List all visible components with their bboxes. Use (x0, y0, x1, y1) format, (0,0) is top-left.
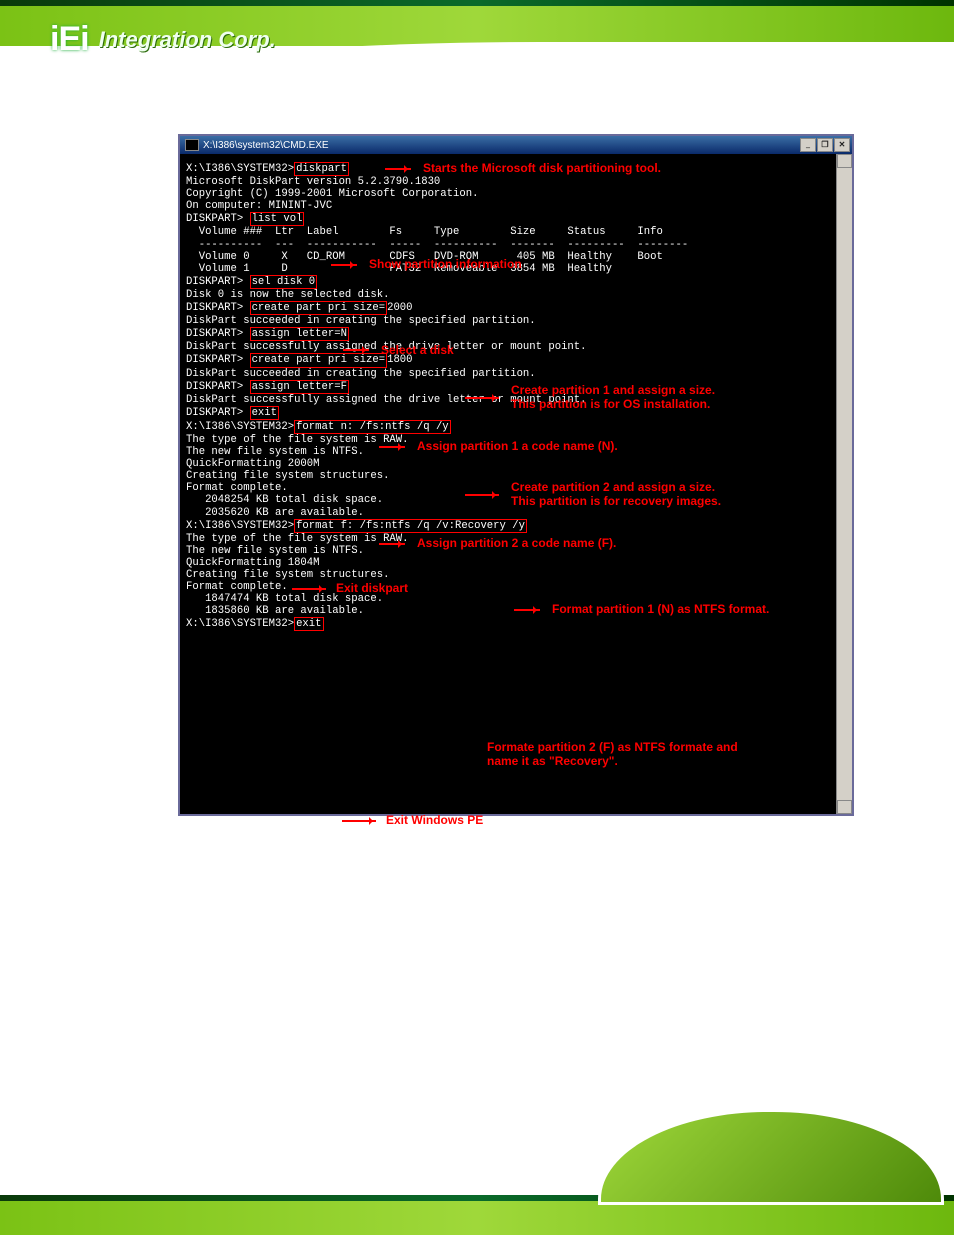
term-out: Disk 0 is now the selected disk. (186, 289, 848, 301)
term-line: DISKPART> create part pri size=1800 (186, 353, 848, 367)
page-footer-art (0, 1135, 954, 1235)
cmd-seldisk: sel disk 0 (250, 275, 318, 289)
ann-listvol: Show partition information (369, 257, 522, 271)
term-line: DISKPART> list vol (186, 212, 848, 226)
term-line: X:\I386\SYSTEM32>exit (186, 617, 848, 631)
term-out: DiskPart successfully assigned the drive… (186, 341, 848, 353)
ann-exitpe: Exit Windows PE (386, 813, 483, 827)
term-out: DiskPart succeeded in creating the speci… (186, 368, 848, 380)
ann-diskpart: Starts the Microsoft disk partitioning t… (423, 161, 661, 175)
cmd-cpp2: create part pri size= (250, 353, 388, 367)
minimize-button[interactable]: _ (800, 138, 816, 152)
term-line: DISKPART> assign letter=N (186, 327, 848, 341)
ann-fmtF: Formate partition 2 (F) as NTFS formate … (487, 740, 738, 768)
brand-word: Integration Corp. (99, 27, 276, 53)
ann-cpp2: Create partition 2 and assign a size. Th… (511, 480, 721, 508)
titlebar[interactable]: X:\I386\system32\CMD.EXE _ ❐ ✕ (180, 136, 852, 154)
cmd-exitpe: exit (294, 617, 323, 631)
cmd-diskpart: diskpart (294, 162, 349, 176)
term-line: DISKPART> create part pri size=2000 (186, 301, 848, 315)
cmd-window: X:\I386\system32\CMD.EXE _ ❐ ✕ X:\I386\S… (178, 134, 854, 816)
term-out: DiskPart succeeded in creating the speci… (186, 315, 848, 327)
cmd-listvol: list vol (250, 212, 305, 226)
cmd-cpp1: create part pri size= (250, 301, 388, 315)
term-line: DISKPART> sel disk 0 (186, 275, 848, 289)
close-button[interactable]: ✕ (834, 138, 850, 152)
brand-logo: iEi Integration Corp. (50, 20, 276, 59)
cmd-fmtN: format n: /fs:ntfs /q /y (294, 420, 451, 434)
ann-exitdp: Exit diskpart (336, 581, 408, 595)
term-line: X:\I386\SYSTEM32>format f: /fs:ntfs /q /… (186, 519, 848, 533)
cmd-fmtF: format f: /fs:ntfs /q /v:Recovery /y (294, 519, 527, 533)
ann-fmtN: Format partition 1 (N) as NTFS format. (552, 602, 769, 616)
cmd-icon (185, 139, 199, 151)
cmd-assignF: assign letter=F (250, 380, 349, 394)
scrollbar[interactable] (836, 154, 852, 814)
term-line: X:\I386\SYSTEM32>format n: /fs:ntfs /q /… (186, 420, 848, 434)
ann-seldisk: Select a disk (381, 343, 454, 357)
cmd-assignN: assign letter=N (250, 327, 349, 341)
ann-cpp1: Create partition 1 and assign a size. Th… (511, 383, 715, 411)
ann-assignF: Assign partition 2 a code name (F). (417, 536, 616, 550)
maximize-button[interactable]: ❐ (817, 138, 833, 152)
brand-mark: iEi (50, 20, 89, 59)
terminal-body[interactable]: X:\I386\SYSTEM32>diskpart Starts the Mic… (180, 154, 852, 814)
ann-assignN: Assign partition 1 a code name (N). (417, 439, 618, 453)
cmd-exitdp: exit (250, 406, 279, 420)
term-out: Microsoft DiskPart version 5.2.3790.1830… (186, 176, 848, 212)
window-title: X:\I386\system32\CMD.EXE (182, 139, 329, 151)
